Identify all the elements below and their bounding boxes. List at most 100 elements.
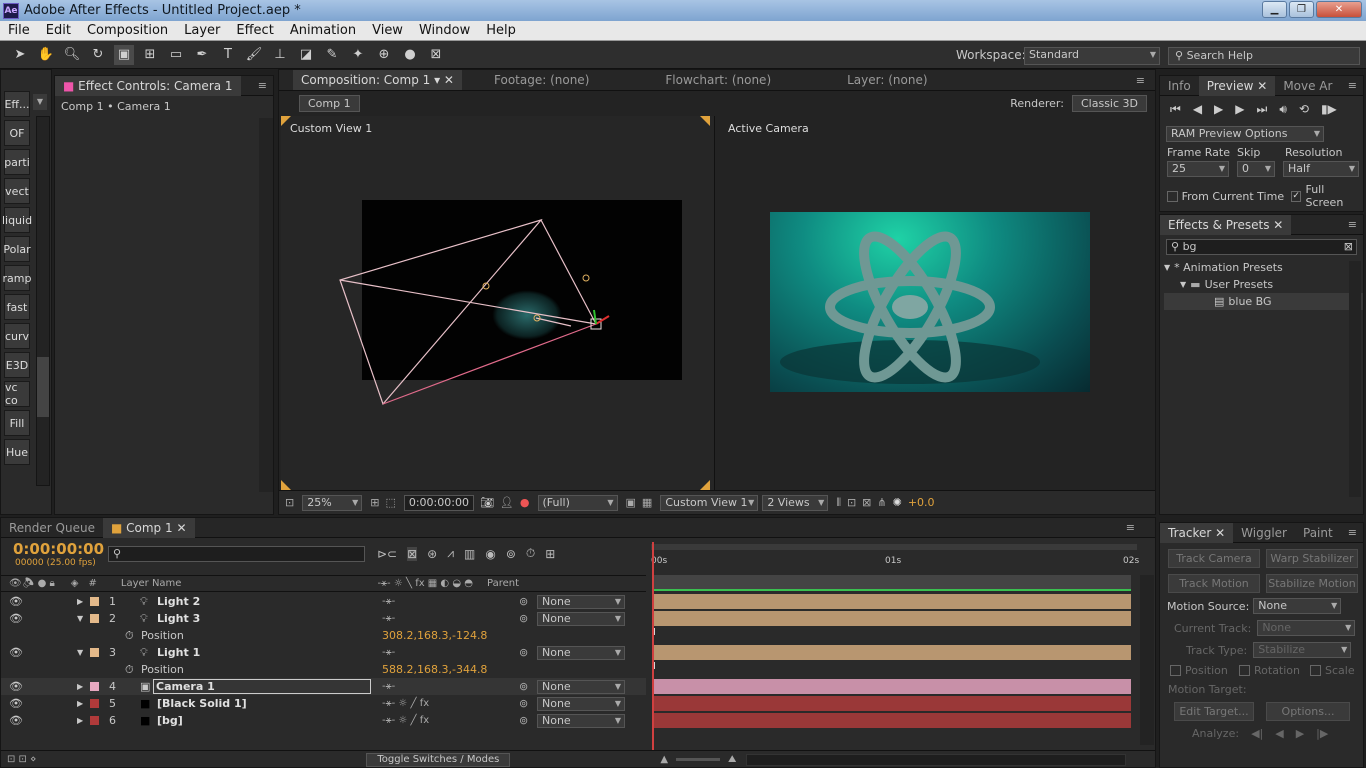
parent-pickwhip-icon[interactable]: ⊚ bbox=[519, 612, 528, 625]
property-value[interactable]: 308.2,168.3,-124.8 bbox=[382, 629, 487, 642]
tab-paint[interactable]: Paint bbox=[1295, 523, 1341, 543]
tab-flowchart[interactable]: Flowchart: (none) bbox=[657, 70, 779, 90]
zoom-slider[interactable] bbox=[676, 758, 721, 761]
layer-duration-bar[interactable] bbox=[653, 713, 1131, 728]
tab-footage[interactable]: Footage: (none) bbox=[486, 70, 597, 90]
snapshot-camera-icon[interactable]: 📷︎ bbox=[480, 496, 494, 509]
time-ruler[interactable]: 00s 01s 02s bbox=[649, 542, 1139, 570]
last-frame-icon[interactable]: ⏭ bbox=[1257, 102, 1268, 117]
layer-switches-icon[interactable]: -⚹- bbox=[382, 647, 395, 658]
expand-arrow-icon[interactable]: ▼ bbox=[1164, 263, 1170, 272]
views-layout-select[interactable]: 2 Views bbox=[762, 494, 829, 511]
sidebar-scrollbar[interactable] bbox=[36, 116, 50, 486]
layer-duration-bar[interactable] bbox=[653, 594, 1131, 609]
parent-select[interactable]: None bbox=[537, 594, 625, 609]
hand-tool-icon[interactable]: ✋ bbox=[36, 45, 56, 65]
layer-row[interactable]: 👁︎ ▼ 2 💡︎ Light 3 -⚹- ⊚ None bbox=[1, 610, 646, 627]
layer-name[interactable]: Light 3 bbox=[157, 612, 200, 625]
expand-arrow-icon[interactable]: ▶ bbox=[77, 716, 83, 725]
composition-flowchart-icon[interactable]: ⋔ bbox=[877, 496, 886, 509]
current-track-select[interactable]: None bbox=[1257, 620, 1356, 636]
sidebar-tool-vcco[interactable]: vc co bbox=[4, 381, 30, 407]
track-motion-button[interactable]: Track Motion bbox=[1168, 574, 1260, 593]
visibility-eye-icon[interactable]: 👁︎ bbox=[9, 714, 23, 727]
panel-menu-icon[interactable]: ≡ bbox=[258, 79, 267, 92]
full-screen-checkbox[interactable]: ✓ bbox=[1290, 190, 1302, 202]
menu-help[interactable]: Help bbox=[478, 21, 524, 41]
zoom-tool-icon[interactable]: 🔍︎ bbox=[62, 45, 82, 65]
sidebar-tool-ramp[interactable]: ramp bbox=[3, 265, 31, 291]
rotate-tool-icon[interactable]: ↻ bbox=[88, 45, 108, 65]
current-time-indicator[interactable] bbox=[652, 542, 654, 750]
expand-arrow-icon[interactable]: ▼ bbox=[77, 648, 83, 657]
close-window-button[interactable]: ✕ bbox=[1316, 1, 1362, 18]
menu-file[interactable]: File bbox=[0, 21, 38, 41]
layer-row[interactable]: 👁︎ ▶ 6 ■ [bg] -⚹- ☼ ╱ fx ⊚ None bbox=[1, 712, 646, 729]
zoom-out-icon[interactable]: ▲ bbox=[660, 754, 668, 765]
av-features-icon[interactable]: 👁︎🔈︎ ● 🔒︎ bbox=[9, 578, 55, 589]
property-row[interactable]: ⏱︎ Position 588.2,168.3,-344.8 bbox=[1, 661, 646, 678]
always-preview-icon[interactable]: ⊡ bbox=[285, 496, 294, 509]
graph-editor-icon[interactable]: ⏱ bbox=[526, 546, 535, 561]
zoom-select[interactable]: 25% bbox=[302, 494, 363, 511]
tree-item-blue-bg[interactable]: ▤ blue BG bbox=[1164, 293, 1363, 310]
zoom-in-icon[interactable]: ⛰ bbox=[728, 754, 736, 765]
resolution-select[interactable]: (Full) bbox=[537, 494, 618, 511]
sidebar-tool-vect[interactable]: vect bbox=[4, 178, 30, 204]
preview-resolution-select[interactable]: Half bbox=[1283, 161, 1359, 177]
shy-layers-icon[interactable]: ⊛ bbox=[427, 547, 437, 561]
stabilize-motion-button[interactable]: Stabilize Motion bbox=[1266, 574, 1358, 593]
warp-stabilizer-button[interactable]: Warp Stabilizer bbox=[1266, 549, 1358, 568]
track-type-select[interactable]: Stabilize bbox=[1253, 642, 1352, 658]
panel-menu-icon[interactable]: ≡ bbox=[1126, 521, 1135, 534]
parent-select[interactable]: None bbox=[537, 696, 625, 711]
motion-blur-icon[interactable]: ▥ bbox=[464, 547, 475, 561]
sidebar-tool-polar[interactable]: Polar bbox=[3, 236, 31, 262]
toggle-switches-modes-button[interactable]: Toggle Switches / Modes bbox=[366, 752, 511, 767]
ram-preview-icon[interactable]: ▮▶ bbox=[1321, 102, 1337, 116]
tree-item-user-presets[interactable]: ▼ ▬ User Presets bbox=[1164, 276, 1363, 293]
label-color-icon[interactable]: ◈ bbox=[71, 578, 79, 589]
tab-effect-controls[interactable]: ■ Effect Controls: Camera 1 bbox=[55, 75, 241, 96]
timeline-vertical-scrollbar[interactable] bbox=[1140, 575, 1154, 745]
layer-row[interactable]: 👁︎ ▶ 5 ■ [Black Solid 1] -⚹- ☼ ╱ fx ⊚ None bbox=[1, 695, 646, 712]
panel-menu-icon[interactable]: ≡ bbox=[1348, 526, 1357, 539]
maximize-button[interactable]: ❐ bbox=[1289, 1, 1314, 18]
visibility-eye-icon[interactable]: 👁︎ bbox=[9, 697, 23, 710]
ram-preview-options-select[interactable]: RAM Preview Options bbox=[1166, 126, 1324, 142]
sidebar-tool-curv[interactable]: curv bbox=[4, 323, 30, 349]
timeline-search-input[interactable]: ⚲ bbox=[108, 546, 365, 562]
effects-scrollbar[interactable] bbox=[1349, 261, 1361, 497]
layer-name[interactable]: [Black Solid 1] bbox=[157, 697, 247, 710]
menu-window[interactable]: Window bbox=[411, 21, 478, 41]
menu-composition[interactable]: Composition bbox=[79, 21, 176, 41]
show-snapshot-icon[interactable]: 👤︎ bbox=[500, 496, 514, 509]
expand-arrow-icon[interactable]: ▶ bbox=[77, 699, 83, 708]
comp-mini-flowchart-icon[interactable]: ⊳⊂ bbox=[377, 547, 397, 561]
tab-tracker[interactable]: Tracker ✕ bbox=[1160, 522, 1234, 543]
tree-item-animation-presets[interactable]: ▼ * Animation Presets bbox=[1164, 259, 1363, 276]
local-axis-icon[interactable]: ⊕ bbox=[374, 45, 394, 65]
eraser-tool-icon[interactable]: ◪ bbox=[296, 45, 316, 65]
sidebar-tool-eff[interactable]: Eff... bbox=[4, 91, 30, 117]
sidebar-tool-parti[interactable]: parti bbox=[4, 149, 30, 175]
panel-menu-icon[interactable]: ≡ bbox=[1348, 79, 1357, 92]
3d-view-select[interactable]: Custom View 1 bbox=[660, 494, 759, 511]
label-color-swatch[interactable] bbox=[90, 597, 99, 606]
effect-controls-scrollbar[interactable] bbox=[259, 118, 273, 492]
tab-composition[interactable]: Composition: Comp 1 ▾ ✕ bbox=[293, 70, 462, 90]
stopwatch-icon[interactable]: ⏱︎ bbox=[125, 663, 134, 677]
column-number[interactable]: # bbox=[89, 578, 97, 589]
sidebar-tool-hue[interactable]: Hue bbox=[4, 439, 30, 465]
layer-duration-bar[interactable] bbox=[653, 611, 1131, 626]
flowchart-icon[interactable]: ⊠ bbox=[862, 496, 871, 509]
menu-layer[interactable]: Layer bbox=[176, 21, 228, 41]
label-color-swatch[interactable] bbox=[90, 699, 99, 708]
reset-exposure-icon[interactable]: ✺ bbox=[893, 496, 902, 509]
brainstorm-icon[interactable]: ◉ bbox=[485, 547, 495, 561]
transparency-grid-icon[interactable]: ⬚ bbox=[385, 496, 395, 509]
clone-stamp-tool-icon[interactable]: ⊥ bbox=[270, 45, 290, 65]
analyze-forward-frame-icon[interactable]: |▶ bbox=[1316, 727, 1328, 740]
analyze-back-frame-icon[interactable]: ◀| bbox=[1251, 727, 1263, 740]
property-row[interactable]: ⏱︎ Position 308.2,168.3,-124.8 bbox=[1, 627, 646, 644]
